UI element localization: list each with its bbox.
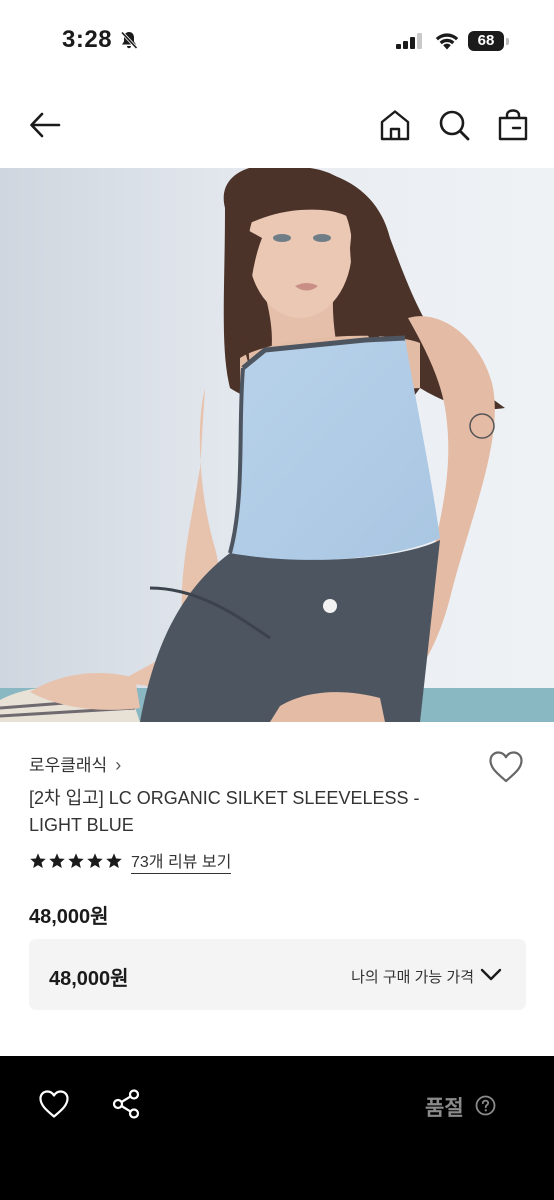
star-icon	[87, 853, 103, 869]
chevron-right-icon: ›	[115, 755, 122, 775]
star-icon	[68, 853, 84, 869]
product-info: 로우클래식 › [2차 입고] LC ORGANIC SILKET SLEEVEL…	[0, 722, 554, 1056]
brand-link[interactable]: 로우클래식 ›	[29, 751, 121, 776]
bell-slash-icon	[120, 31, 138, 50]
battery-cap	[506, 38, 509, 45]
wifi-icon	[435, 33, 459, 50]
product-image[interactable]	[0, 168, 554, 722]
product-title: [2차 입고] LC ORGANIC SILKET SLEEVELESS - L…	[29, 788, 420, 835]
purchase-price-dropdown[interactable]: 48,000원 나의 구매 가능 가격	[29, 939, 526, 1010]
rating-row: 73개 리뷰 보기	[29, 848, 232, 874]
bottom-action-bar: 품절	[0, 1056, 554, 1200]
purchase-price-label: 나의 구매 가능 가격	[351, 969, 474, 986]
star-icon	[30, 853, 46, 869]
help-icon[interactable]	[475, 1095, 496, 1116]
shopping-bag-icon[interactable]	[496, 108, 530, 142]
purchase-price-value: 48,000원	[49, 968, 129, 990]
top-nav-bar	[0, 84, 554, 168]
back-arrow-icon[interactable]	[28, 108, 62, 142]
signal-icon	[396, 33, 422, 49]
search-icon[interactable]	[437, 108, 471, 142]
star-icon	[49, 853, 65, 869]
battery-level: 68	[477, 32, 495, 49]
product-price: 48,000원	[29, 906, 109, 928]
review-link[interactable]: 73개 리뷰 보기	[131, 848, 232, 874]
star-icon	[106, 853, 122, 869]
home-icon[interactable]	[378, 108, 412, 142]
chevron-down-icon	[480, 968, 502, 981]
brand-name: 로우클래식	[29, 756, 108, 775]
status-bar: 3:28 68	[0, 0, 554, 84]
product-photo-illustration	[0, 168, 554, 722]
status-time: 3:28	[62, 26, 113, 53]
battery-indicator: 68	[468, 31, 510, 51]
rating-stars	[29, 852, 123, 870]
heart-icon[interactable]	[38, 1089, 70, 1119]
heart-icon[interactable]	[488, 750, 524, 784]
soldout-label: 품절	[425, 1097, 464, 1120]
share-icon[interactable]	[112, 1089, 140, 1119]
